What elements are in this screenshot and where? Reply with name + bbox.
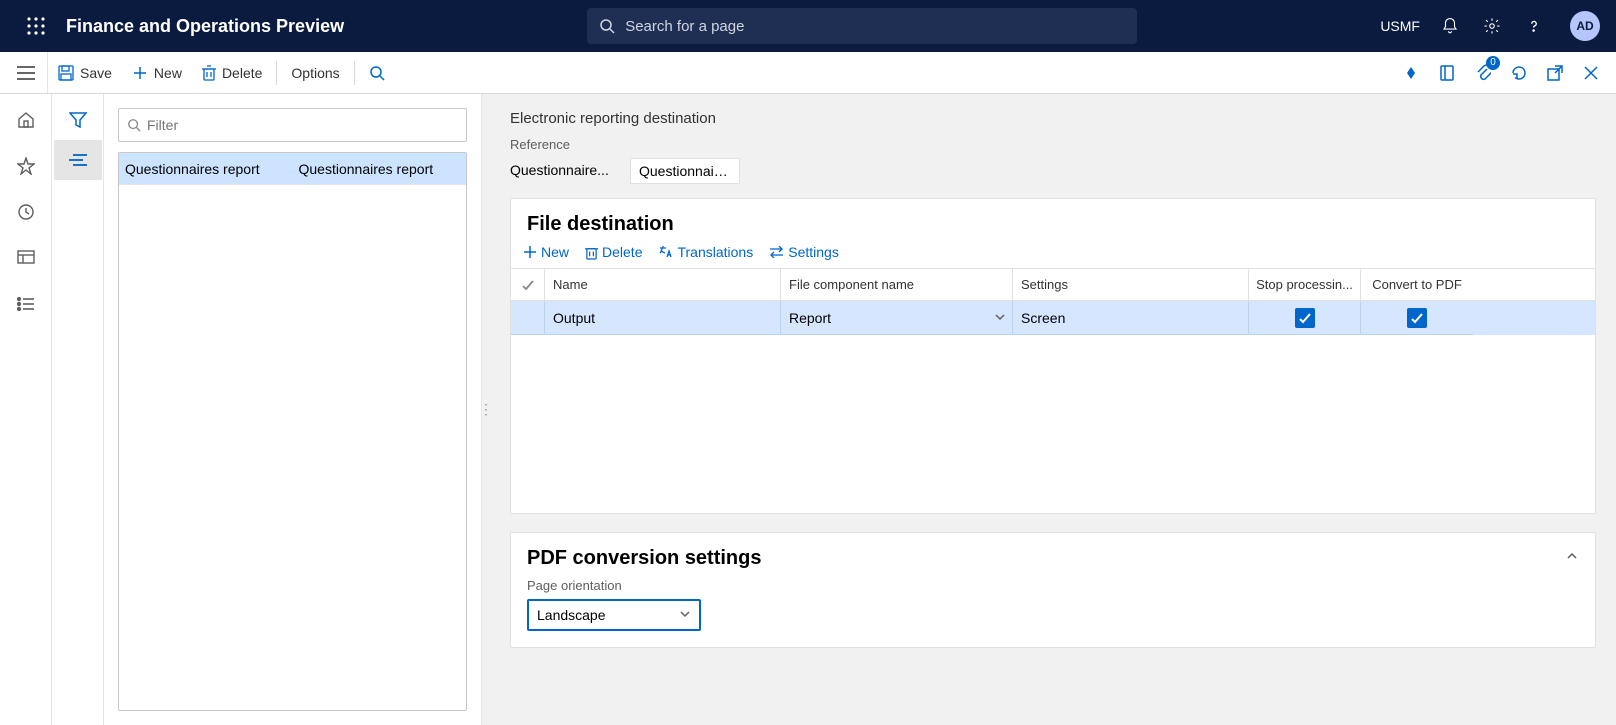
- funnel-icon[interactable]: [54, 100, 102, 140]
- rail-home-icon[interactable]: [2, 100, 50, 140]
- main: Electronic reporting destination Referen…: [490, 94, 1616, 725]
- grid-settings-label: Settings: [788, 244, 839, 260]
- rail-workspace-icon[interactable]: [2, 238, 50, 278]
- gear-icon[interactable]: [1480, 14, 1504, 38]
- waffle-icon[interactable]: [18, 8, 54, 44]
- row-selector[interactable]: [511, 301, 545, 335]
- refresh-icon[interactable]: [1508, 62, 1530, 84]
- close-icon[interactable]: [1580, 62, 1602, 84]
- row-file-component[interactable]: Report: [781, 301, 1013, 335]
- pdf-settings-title: PDF conversion settings: [527, 547, 762, 570]
- row-stop[interactable]: [1249, 301, 1361, 335]
- new-button[interactable]: New: [122, 52, 192, 93]
- page-title: Electronic reporting destination: [510, 110, 1596, 127]
- list-cell-2: Questionnaires report: [293, 161, 467, 177]
- popout-icon[interactable]: [1544, 62, 1566, 84]
- actionbar-search-icon[interactable]: [359, 52, 401, 93]
- grid-row[interactable]: Output Report Screen: [511, 301, 1595, 335]
- chevron-up-icon[interactable]: [1565, 549, 1579, 568]
- check-icon: [521, 278, 535, 292]
- save-icon: [58, 65, 74, 81]
- list-toggle-rail: [52, 94, 104, 725]
- grid-delete-label: Delete: [602, 244, 642, 260]
- help-icon[interactable]: [1522, 14, 1546, 38]
- grid-delete-button[interactable]: Delete: [585, 244, 642, 260]
- row-file-component-value: Report: [789, 310, 831, 326]
- filter-field[interactable]: [147, 117, 458, 133]
- checkbox-checked[interactable]: [1407, 308, 1427, 328]
- page-orientation-value: Landscape: [537, 607, 606, 623]
- new-label: New: [154, 65, 182, 81]
- page-orientation-select[interactable]: Landscape: [527, 599, 701, 631]
- avatar[interactable]: AD: [1570, 11, 1600, 41]
- grid-translations-label: Translations: [677, 244, 753, 260]
- col-settings[interactable]: Settings: [1013, 269, 1249, 300]
- reference-value-1: Questionnaire...: [510, 158, 620, 184]
- search-box[interactable]: Search for a page: [587, 8, 1137, 44]
- reference-value-2[interactable]: Questionnaire...: [630, 158, 740, 184]
- col-stop[interactable]: Stop processin...: [1249, 269, 1361, 300]
- splitter-handle[interactable]: ⋮: [482, 94, 490, 725]
- filter-input[interactable]: [118, 108, 467, 142]
- top-nav: Finance and Operations Preview Search fo…: [0, 0, 1616, 52]
- col-name[interactable]: Name: [545, 269, 781, 300]
- options-label: Options: [291, 65, 339, 81]
- pdf-settings-card: PDF conversion settings Page orientation…: [510, 532, 1596, 648]
- save-button[interactable]: Save: [48, 52, 122, 93]
- file-destination-title: File destination: [511, 199, 1595, 244]
- app-title: Finance and Operations Preview: [66, 16, 344, 37]
- rail-recent-icon[interactable]: [2, 192, 50, 232]
- rail-star-icon[interactable]: [2, 146, 50, 186]
- list-cell-1: Questionnaires report: [119, 161, 293, 177]
- select-all[interactable]: [511, 269, 545, 300]
- delete-button[interactable]: Delete: [192, 52, 272, 93]
- row-name[interactable]: Output: [545, 301, 781, 335]
- plus-icon: [523, 245, 537, 259]
- checkbox-checked[interactable]: [1295, 308, 1315, 328]
- nav-rail: [0, 94, 52, 725]
- translate-icon: [658, 245, 673, 259]
- connector-icon[interactable]: [1400, 62, 1422, 84]
- list-row[interactable]: Questionnaires report Questionnaires rep…: [119, 153, 466, 185]
- col-convert[interactable]: Convert to PDF: [1361, 269, 1473, 300]
- action-bar: Save New Delete Options 0: [0, 52, 1616, 94]
- chevron-down-icon[interactable]: [679, 607, 691, 623]
- attach-badge: 0: [1486, 56, 1500, 70]
- search-icon: [599, 18, 615, 34]
- col-file-component[interactable]: File component name: [781, 269, 1013, 300]
- list-panel: Questionnaires report Questionnaires rep…: [104, 94, 482, 725]
- trash-icon: [585, 245, 598, 260]
- grid-new-button[interactable]: New: [523, 244, 569, 260]
- rail-modules-icon[interactable]: [2, 284, 50, 324]
- grid-header: Name File component name Settings Stop p…: [511, 269, 1595, 301]
- list-view-icon[interactable]: [54, 140, 102, 180]
- bell-icon[interactable]: [1438, 14, 1462, 38]
- row-settings[interactable]: Screen: [1013, 301, 1249, 335]
- file-destination-card: File destination New Delete Translations…: [510, 198, 1596, 514]
- company-label[interactable]: USMF: [1380, 18, 1420, 34]
- attach-icon[interactable]: 0: [1472, 62, 1494, 84]
- hamburger-icon[interactable]: [4, 52, 48, 93]
- delete-label: Delete: [222, 65, 262, 81]
- grid-settings-button[interactable]: Settings: [769, 244, 839, 260]
- swap-icon: [769, 246, 784, 258]
- office-icon[interactable]: [1436, 62, 1458, 84]
- save-label: Save: [80, 65, 112, 81]
- trash-icon: [202, 65, 216, 81]
- search-icon: [127, 118, 141, 132]
- grid-new-label: New: [541, 244, 569, 260]
- grid-translations-button[interactable]: Translations: [658, 244, 753, 260]
- row-convert[interactable]: [1361, 301, 1473, 335]
- list-box: Questionnaires report Questionnaires rep…: [118, 152, 467, 711]
- options-button[interactable]: Options: [281, 52, 349, 93]
- chevron-down-icon[interactable]: [994, 310, 1006, 326]
- reference-label: Reference: [510, 137, 1596, 152]
- file-destination-grid: Name File component name Settings Stop p…: [511, 268, 1595, 513]
- plus-icon: [132, 65, 148, 81]
- search-placeholder: Search for a page: [625, 18, 744, 35]
- page-orientation-label: Page orientation: [511, 578, 1595, 593]
